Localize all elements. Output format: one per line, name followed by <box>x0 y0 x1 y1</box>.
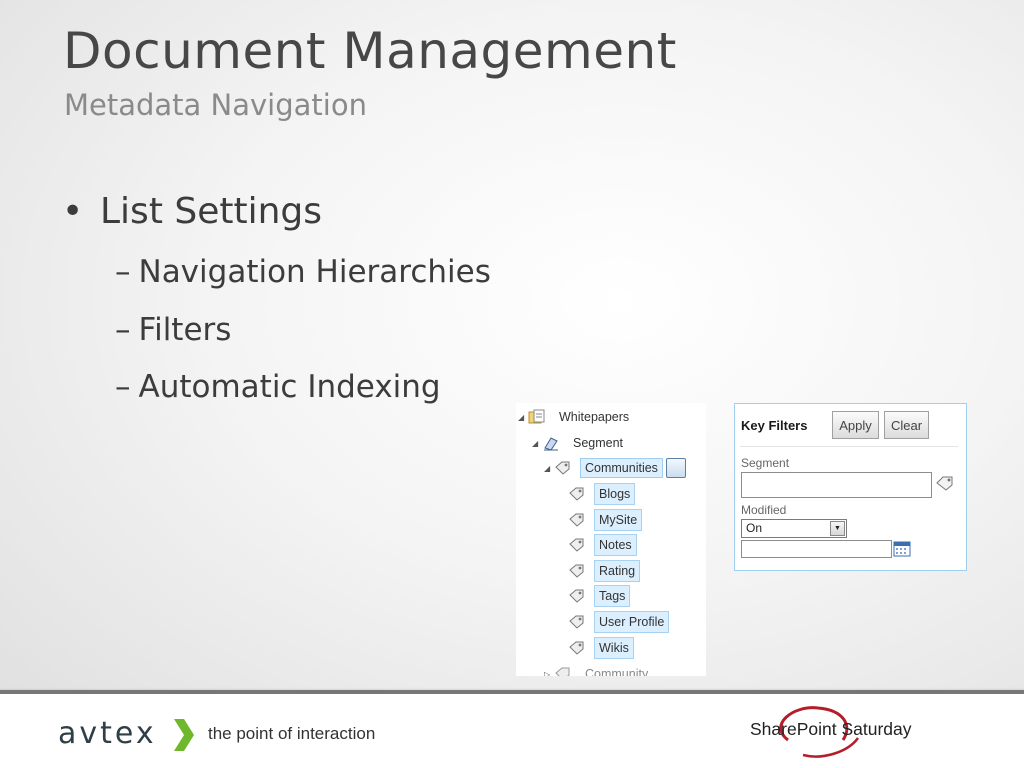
sharepoint-saturday-text: SharePoint Saturday <box>750 719 912 739</box>
date-input[interactable] <box>741 540 892 558</box>
apply-button[interactable]: Apply <box>832 411 879 439</box>
tag-icon <box>569 513 584 527</box>
sub-bullet-label: Filters <box>138 312 232 348</box>
sub-bullet-dash: – <box>115 369 131 405</box>
chevron-right-icon <box>174 719 194 751</box>
sub-bullet: – Filters <box>115 312 231 348</box>
sub-bullet-label: Automatic Indexing <box>138 369 441 405</box>
sub-bullet-label: Navigation Hierarchies <box>138 254 491 290</box>
selected-value: On <box>746 521 763 535</box>
calendar-icon[interactable] <box>893 541 911 557</box>
slide-subtitle: Metadata Navigation <box>64 88 367 122</box>
tag-icon <box>569 641 584 655</box>
segment-input[interactable] <box>741 472 932 498</box>
tag-icon <box>555 667 570 676</box>
tree-node-label: Community <box>585 667 649 676</box>
tag-icon <box>555 461 570 475</box>
tree-node-label: Blogs <box>594 483 636 505</box>
tag-icon <box>569 487 584 501</box>
tagline: the point of interaction <box>208 724 376 743</box>
tree-node-child[interactable]: User Profile <box>568 610 670 634</box>
metadata-navigation-tree: ◢ Whitepapers ◢ Segment ◢ Communities Bl… <box>516 403 706 676</box>
expand-arrow-icon[interactable]: ◢ <box>544 464 554 473</box>
segment-label: Segment <box>741 456 790 470</box>
sub-bullet: – Navigation Hierarchies <box>115 254 491 290</box>
add-filter-icon[interactable] <box>665 458 686 478</box>
modified-label: Modified <box>741 503 787 517</box>
avtex-logo: avtex <box>58 716 157 751</box>
collapsed-arrow-icon[interactable]: ▷ <box>544 670 554 677</box>
sub-bullet-dash: – <box>115 312 131 348</box>
tag-icon <box>569 615 584 629</box>
tree-node-child[interactable]: Rating <box>568 559 641 583</box>
sub-bullet-dash: – <box>115 254 131 290</box>
key-filters-panel: Key Filters Apply Clear Segment Modified… <box>734 403 967 571</box>
chevron-down-icon[interactable]: ▼ <box>830 521 845 536</box>
term-set-icon <box>544 437 558 451</box>
tree-node-child[interactable]: Tags <box>568 584 631 608</box>
tree-node-child[interactable]: Wikis <box>568 636 634 660</box>
browse-tags-icon[interactable] <box>935 475 955 491</box>
bullet-dot: • <box>62 191 84 232</box>
slide-title: Document Management <box>63 22 677 80</box>
tree-node-child[interactable]: Notes <box>568 533 637 557</box>
tree-node-label: Tags <box>594 585 631 607</box>
key-filters-heading: Key Filters <box>741 418 808 433</box>
tag-icon <box>569 589 584 603</box>
expand-arrow-icon[interactable]: ◢ <box>532 439 542 448</box>
bullet-list-settings: • List Settings <box>62 191 322 232</box>
tree-node-whitepapers[interactable]: ◢ Whitepapers <box>518 405 634 429</box>
tag-icon <box>569 564 584 578</box>
expand-arrow-icon[interactable]: ◢ <box>518 413 528 422</box>
tree-node-label: Segment <box>573 436 624 450</box>
bullet-label: List Settings <box>100 191 323 232</box>
divider <box>740 446 958 447</box>
tree-node-label: Wikis <box>594 637 634 659</box>
modified-operator-select[interactable]: On ▼ <box>741 519 847 538</box>
tree-node-label: Rating <box>594 560 641 582</box>
tree-node-label: User Profile <box>594 611 670 633</box>
tree-node-label: Communities <box>580 458 663 478</box>
sub-bullet: – Automatic Indexing <box>115 369 441 405</box>
tree-node-label: Whitepapers <box>559 410 630 424</box>
tree-node-child[interactable]: MySite <box>568 508 643 532</box>
tree-node-segment[interactable]: ◢ Segment <box>532 431 628 455</box>
clear-button[interactable]: Clear <box>884 411 929 439</box>
tree-node-child[interactable]: Blogs <box>568 482 636 506</box>
tree-node-label: MySite <box>594 509 643 531</box>
tag-icon <box>569 538 584 552</box>
tree-node-community[interactable]: ▷ Community <box>544 662 653 676</box>
tree-node-communities[interactable]: ◢ Communities <box>544 456 686 480</box>
tree-node-label: Notes <box>594 534 637 556</box>
library-icon <box>528 409 545 424</box>
